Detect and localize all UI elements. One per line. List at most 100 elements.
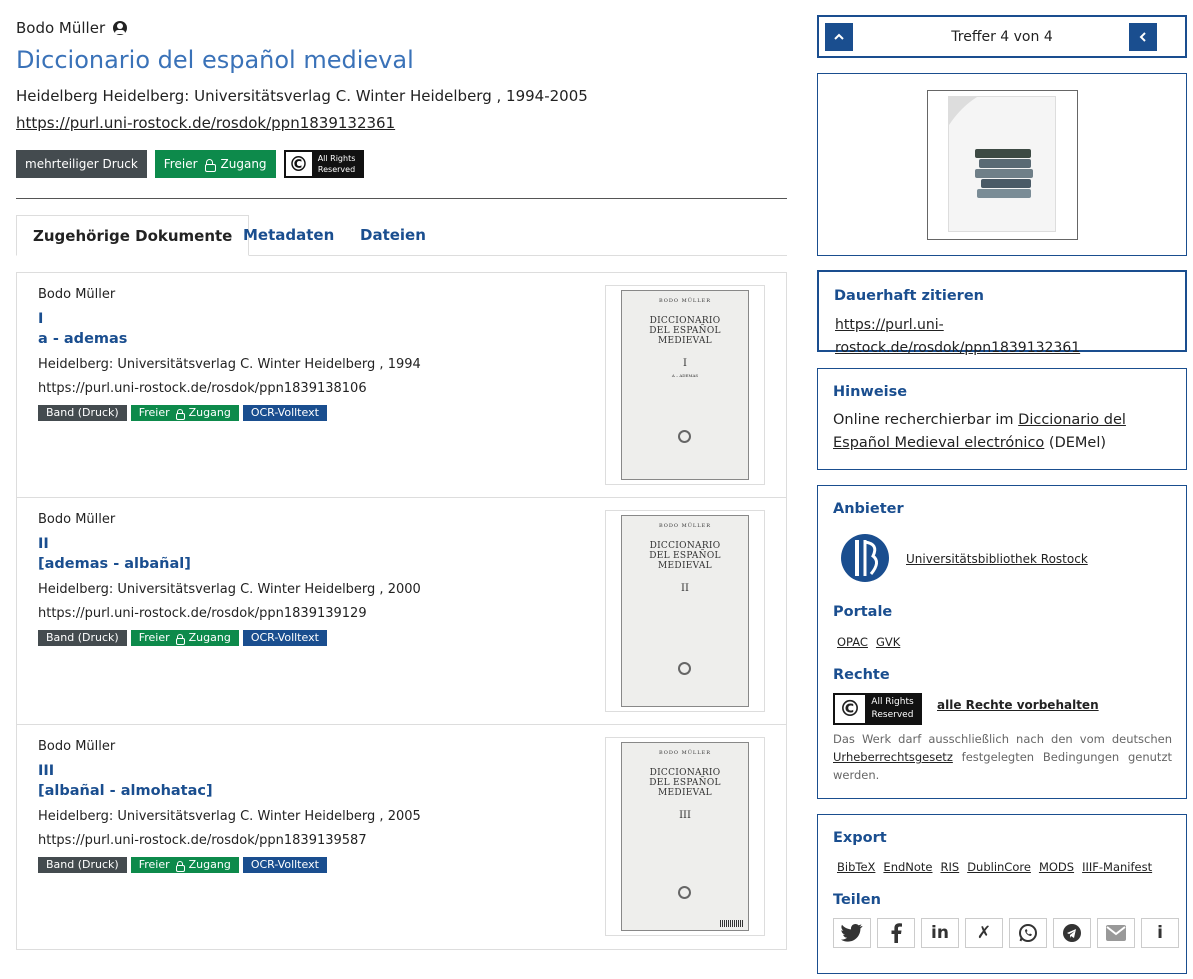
doc-ocr-badge: OCR-Volltext bbox=[242, 857, 327, 873]
export-ris-link[interactable]: RIS bbox=[941, 860, 960, 874]
publisher-seal-icon bbox=[678, 886, 691, 899]
doc-badges: Band (Druck) Freier Zugang OCR-Volltext bbox=[38, 857, 327, 873]
doc-ocr-badge: OCR-Volltext bbox=[242, 630, 327, 646]
portals-heading: Portale bbox=[833, 604, 893, 620]
cover-title2: DEL ESPAÑOL MEDIEVAL bbox=[649, 778, 721, 798]
twitter-icon[interactable] bbox=[833, 918, 871, 948]
doc-author[interactable]: Bodo Müller bbox=[38, 287, 115, 302]
rights-logo-line2: Reserved bbox=[871, 710, 914, 720]
doc-badges: Band (Druck) Freier Zugang OCR-Volltext bbox=[38, 405, 327, 421]
email-icon[interactable] bbox=[1097, 918, 1135, 948]
portal-links: OPAC GVK bbox=[837, 635, 900, 649]
publication-info: Heidelberg Heidelberg: Universitätsverla… bbox=[16, 87, 588, 105]
doc-access-pre: Freier bbox=[138, 406, 170, 419]
doc-volume[interactable]: II bbox=[38, 534, 191, 554]
doc-cover-thumbnail[interactable]: BODO MÜLLER DICCIONARIO DEL ESPAÑOL MEDI… bbox=[605, 737, 765, 936]
doc-access-post: Zugang bbox=[188, 858, 231, 871]
tab-bar: Zugehörige Dokumente Metadaten Dateien bbox=[16, 215, 787, 256]
record-purl-link[interactable]: https://purl.uni-rostock.de/rosdok/ppn18… bbox=[16, 114, 395, 132]
unlock-icon bbox=[175, 409, 185, 420]
doc-author[interactable]: Bodo Müller bbox=[38, 739, 115, 754]
open-access-badge: Freier Zugang bbox=[154, 150, 276, 178]
doc-volume[interactable]: I bbox=[38, 309, 127, 329]
tab-metadata[interactable]: Metadaten bbox=[243, 215, 334, 256]
cite-heading: Dauerhaft zitieren bbox=[834, 288, 984, 304]
cover-title1: DICCIONARIO bbox=[649, 541, 721, 551]
export-endnote-link[interactable]: EndNote bbox=[883, 860, 932, 874]
cover-author: BODO MÜLLER bbox=[659, 523, 711, 529]
telegram-icon[interactable] bbox=[1053, 918, 1091, 948]
copyright-law-link[interactable]: Urheberrechtsgesetz bbox=[833, 750, 953, 764]
doc-volume[interactable]: III bbox=[38, 761, 213, 781]
doc-author[interactable]: Bodo Müller bbox=[38, 512, 115, 527]
cover-volume: I bbox=[683, 358, 687, 369]
document-list: Bodo Müller I a - ademas Heidelberg: Uni… bbox=[16, 272, 787, 950]
record-badges: mehrteiliger Druck Freier Zugang © All R… bbox=[16, 150, 364, 178]
opac-link[interactable]: OPAC bbox=[837, 635, 868, 649]
info-icon[interactable]: i bbox=[1141, 918, 1179, 948]
record-thumbnail-panel bbox=[817, 73, 1187, 256]
facebook-icon[interactable] bbox=[877, 918, 915, 948]
unlock-icon bbox=[175, 634, 185, 645]
access-badge-text-2: Zugang bbox=[220, 157, 267, 171]
xing-icon[interactable]: ✗ bbox=[965, 918, 1003, 948]
doc-access-badge: Freier Zugang bbox=[130, 630, 239, 646]
doc-publication: Heidelberg: Universitätsverlag C. Winter… bbox=[38, 809, 421, 824]
hints-heading: Hinweise bbox=[833, 384, 908, 400]
export-mods-link[interactable]: MODS bbox=[1039, 860, 1074, 874]
cover-image[interactable]: BODO MÜLLER DICCIONARIO DEL ESPAÑOL MEDI… bbox=[621, 290, 749, 480]
export-dublincore-link[interactable]: DublinCore bbox=[967, 860, 1031, 874]
record-thumbnail[interactable] bbox=[927, 90, 1078, 240]
unlock-icon bbox=[175, 861, 185, 872]
list-item: Bodo Müller I a - ademas Heidelberg: Uni… bbox=[17, 273, 786, 498]
cover-image[interactable]: BODO MÜLLER DICCIONARIO DEL ESPAÑOL MEDI… bbox=[621, 515, 749, 707]
doc-cover-thumbnail[interactable]: BODO MÜLLER DICCIONARIO DEL ESPAÑOL MEDI… bbox=[605, 285, 765, 485]
unlock-icon bbox=[204, 159, 216, 172]
export-heading: Export bbox=[833, 830, 887, 846]
cite-link[interactable]: https://purl.uni-rostock.de/rosdok/ppn18… bbox=[835, 314, 1185, 360]
doc-type-badge: Band (Druck) bbox=[38, 630, 127, 646]
gvk-link[interactable]: GVK bbox=[876, 635, 900, 649]
doc-access-pre: Freier bbox=[138, 858, 170, 871]
copyright-icon: © bbox=[288, 152, 309, 176]
doc-range[interactable]: [albañal - almohatac] bbox=[38, 781, 213, 801]
doc-title-link[interactable]: II [ademas - albañal] bbox=[38, 534, 191, 574]
list-item: Bodo Müller II [ademas - albañal] Heidel… bbox=[17, 498, 786, 725]
cover-volume: II bbox=[681, 583, 689, 594]
doc-title-link[interactable]: III [albañal - almohatac] bbox=[38, 761, 213, 801]
doc-range[interactable]: [ademas - albañal] bbox=[38, 554, 191, 574]
rights-logo-line1: All Rights bbox=[317, 154, 356, 163]
hints-text-post: (DEMel) bbox=[1048, 435, 1107, 451]
provider-link[interactable]: Universitätsbibliothek Rostock bbox=[906, 552, 1088, 566]
doc-ocr-badge: OCR-Volltext bbox=[242, 405, 327, 421]
linkedin-icon[interactable]: in bbox=[921, 918, 959, 948]
author-name[interactable]: Bodo Müller bbox=[16, 19, 105, 37]
cover-volume: III bbox=[679, 810, 691, 821]
cover-image[interactable]: BODO MÜLLER DICCIONARIO DEL ESPAÑOL MEDI… bbox=[621, 742, 749, 931]
cover-author: BODO MÜLLER bbox=[659, 298, 711, 304]
share-heading: Teilen bbox=[833, 892, 881, 908]
record-author: Bodo Müller bbox=[16, 19, 128, 37]
export-bibtex-link[interactable]: BibTeX bbox=[837, 860, 875, 874]
tab-files[interactable]: Dateien bbox=[360, 215, 426, 256]
doc-cover-thumbnail[interactable]: BODO MÜLLER DICCIONARIO DEL ESPAÑOL MEDI… bbox=[605, 510, 765, 712]
publisher-seal-icon bbox=[678, 662, 691, 675]
export-iiif-link[interactable]: IIIF-Manifest bbox=[1082, 860, 1152, 874]
share-buttons: in ✗ i bbox=[833, 918, 1179, 948]
cite-panel: Dauerhaft zitieren https://purl.uni-rost… bbox=[817, 270, 1187, 356]
user-circle-icon[interactable] bbox=[113, 21, 128, 35]
whatsapp-icon[interactable] bbox=[1009, 918, 1047, 948]
cover-title1: DICCIONARIO bbox=[649, 316, 721, 326]
page-title: Diccionario del español medieval bbox=[16, 46, 414, 74]
doc-range[interactable]: a - ademas bbox=[38, 329, 127, 349]
doc-type-badge: Band (Druck) bbox=[38, 857, 127, 873]
all-rights-reserved-logo: © All Rights Reserved bbox=[283, 150, 364, 178]
tab-related-documents[interactable]: Zugehörige Dokumente bbox=[16, 215, 250, 256]
rights-link[interactable]: alle Rechte vorbehalten bbox=[937, 698, 1099, 712]
doc-title-link[interactable]: I a - ademas bbox=[38, 309, 127, 349]
doc-publication: Heidelberg: Universitätsverlag C. Winter… bbox=[38, 357, 421, 372]
university-logo[interactable] bbox=[841, 534, 889, 582]
chevron-left-icon[interactable] bbox=[1129, 23, 1157, 51]
cover-author: BODO MÜLLER bbox=[659, 750, 711, 756]
copyright-icon: © bbox=[839, 696, 861, 722]
